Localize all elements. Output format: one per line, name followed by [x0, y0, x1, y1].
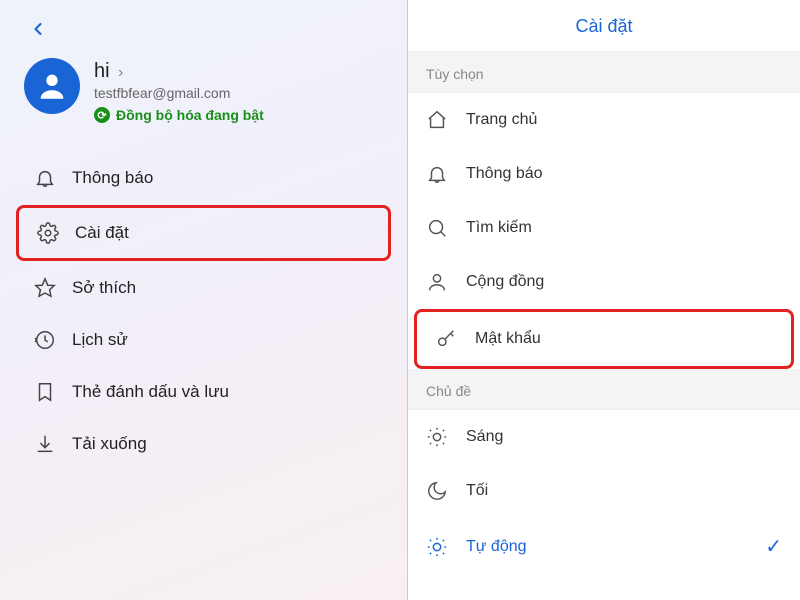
menu-label: Cài đặt: [75, 223, 129, 243]
option-search[interactable]: Tìm kiếm: [408, 201, 800, 255]
sun-icon: [426, 536, 448, 558]
theme-list: Sáng Tối Tự động ✓: [408, 410, 800, 575]
chevron-right-icon: ›: [114, 64, 123, 81]
theme-label: Tối: [466, 482, 488, 500]
option-label: Mật khẩu: [475, 330, 541, 348]
account-pane: hi › testfbfear@gmail.com ⟳ Đồng bộ hóa …: [0, 0, 408, 600]
theme-light[interactable]: Sáng: [408, 410, 800, 464]
option-label: Trang chủ: [466, 111, 537, 129]
menu-notifications[interactable]: Thông báo: [16, 153, 391, 203]
section-options: Tùy chọn: [408, 52, 800, 93]
menu-interests[interactable]: Sở thích: [16, 263, 391, 313]
search-icon: [426, 217, 448, 239]
sun-icon: [426, 426, 448, 448]
gear-icon: [37, 222, 59, 244]
download-icon: [34, 433, 56, 455]
bell-icon: [34, 167, 56, 189]
history-icon: [34, 329, 56, 351]
menu-label: Lịch sử: [72, 330, 128, 350]
section-theme: Chủ đề: [408, 369, 800, 410]
option-label: Cộng đồng: [466, 273, 544, 291]
bell-icon: [426, 163, 448, 185]
profile-email: testfbfear@gmail.com: [94, 85, 264, 101]
menu-label: Thông báo: [72, 168, 153, 188]
theme-dark[interactable]: Tối: [408, 464, 800, 518]
menu-downloads[interactable]: Tải xuống: [16, 419, 391, 469]
star-icon: [34, 277, 56, 299]
theme-label: Sáng: [466, 428, 503, 446]
left-menu: Thông báo Cài đặt Sở thích Lịch sử Thẻ đ: [0, 141, 407, 469]
option-home[interactable]: Trang chủ: [408, 93, 800, 147]
menu-settings[interactable]: Cài đặt: [16, 205, 391, 261]
sync-status: ⟳ Đồng bộ hóa đang bật: [94, 103, 264, 123]
option-label: Thông báo: [466, 165, 543, 183]
option-label: Tìm kiếm: [466, 219, 532, 237]
key-icon: [435, 328, 457, 350]
theme-label: Tự động: [466, 538, 527, 556]
option-password[interactable]: Mật khẩu: [414, 309, 794, 369]
menu-bookmarks[interactable]: Thẻ đánh dấu và lưu: [16, 367, 391, 417]
options-list: Trang chủ Thông báo Tìm kiếm Cộng đồng M: [408, 93, 800, 369]
bookmark-icon: [34, 381, 56, 403]
check-icon: ✓: [765, 534, 782, 559]
home-icon: [426, 109, 448, 131]
option-community[interactable]: Cộng đồng: [408, 255, 800, 309]
avatar: [24, 58, 80, 114]
menu-label: Tải xuống: [72, 434, 147, 454]
back-button[interactable]: [28, 18, 48, 46]
settings-title: Cài đặt: [408, 0, 800, 52]
sync-icon: ⟳: [94, 107, 110, 123]
menu-history[interactable]: Lịch sử: [16, 315, 391, 365]
theme-auto[interactable]: Tự động ✓: [408, 518, 800, 575]
moon-icon: [426, 480, 448, 502]
profile-name: hi: [94, 60, 110, 82]
profile-block[interactable]: hi › testfbfear@gmail.com ⟳ Đồng bộ hóa …: [0, 52, 407, 141]
menu-label: Sở thích: [72, 278, 136, 298]
sync-label: Đồng bộ hóa đang bật: [116, 107, 264, 123]
settings-pane: Cài đặt Tùy chọn Trang chủ Thông báo Tìm…: [408, 0, 800, 600]
option-notifications[interactable]: Thông báo: [408, 147, 800, 201]
menu-label: Thẻ đánh dấu và lưu: [72, 382, 229, 402]
community-icon: [426, 271, 448, 293]
